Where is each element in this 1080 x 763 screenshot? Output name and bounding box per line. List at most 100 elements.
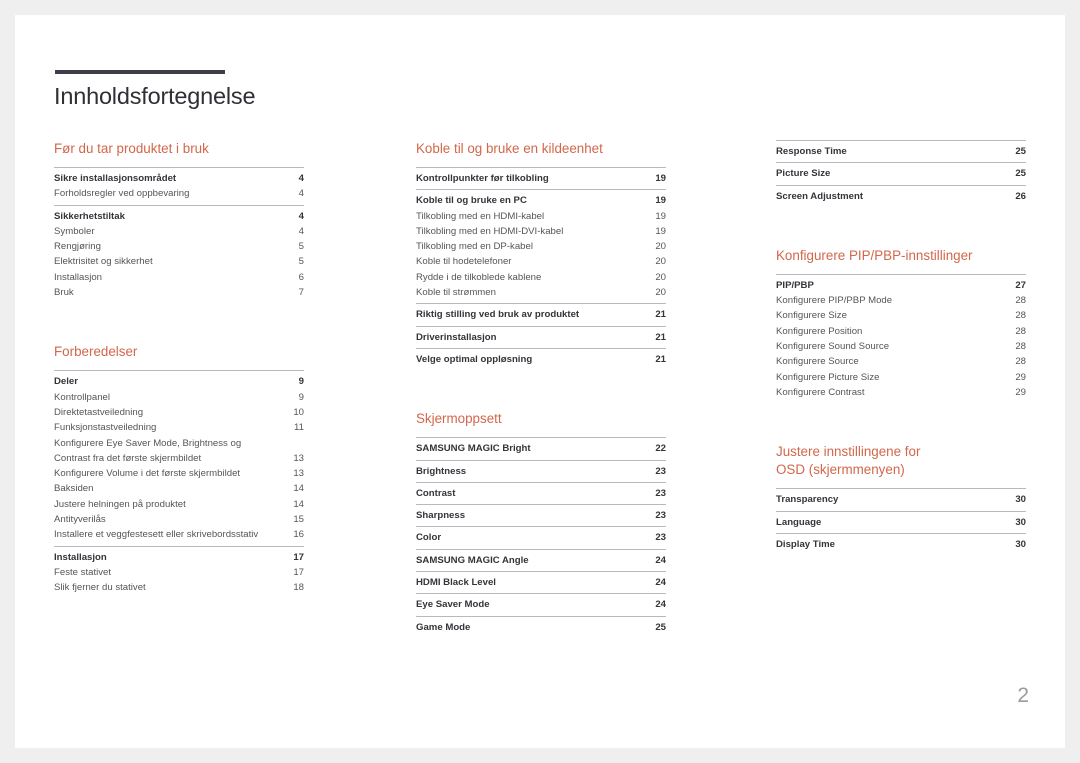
toc-entry[interactable]: Installere et veggfestesett eller skrive… — [54, 527, 304, 542]
toc-entry[interactable]: Elektrisitet og sikkerhet 5 — [54, 254, 304, 269]
toc-entry-label: Picture Size — [776, 168, 831, 180]
toc-entry-label: Tilkobling med en HDMI-kabel — [416, 210, 545, 222]
toc-entry-label: Elektrisitet og sikkerhet — [54, 256, 153, 268]
toc-group: Brightness 23 — [416, 459, 666, 482]
toc-entry[interactable]: Bruk 7 — [54, 285, 304, 300]
toc-entry[interactable]: Konfigurere Source 28 — [776, 354, 1026, 369]
toc-entry[interactable]: Eye Saver Mode 24 — [416, 597, 666, 612]
toc-entry[interactable]: Konfigurere Eye Saver Mode, Brightness o… — [54, 436, 304, 467]
toc-group: Picture Size 25 — [776, 162, 1026, 184]
toc-entry[interactable]: Justere helningen på produktet 14 — [54, 497, 304, 512]
toc-entry-label-cont: Contrast fra det første skjermbildet — [54, 452, 202, 464]
toc-entry[interactable]: Tilkobling med en HDMI-kabel 19 — [416, 209, 666, 224]
toc-entry[interactable]: Koble til strømmen 20 — [416, 285, 666, 300]
toc-entry-page: 13 — [293, 452, 304, 464]
toc-entry[interactable]: Konfigurere Position 28 — [776, 324, 1026, 339]
toc-entry[interactable]: PIP/PBP 27 — [776, 278, 1026, 293]
toc-entry[interactable]: Direktetastveiledning 10 — [54, 405, 304, 420]
toc-entry-label: Sikre installasjonsområdet — [54, 173, 177, 184]
toc-entry-page: 21 — [655, 353, 666, 365]
toc-entry-label: Language — [776, 516, 822, 528]
toc-entry-label: Konfigurere Sound Source — [776, 341, 890, 353]
toc-entry-page: 20 — [655, 256, 666, 268]
toc-entry[interactable]: Rengjøring 5 — [54, 239, 304, 254]
toc-entry[interactable]: Riktig stilling ved bruk av produktet 21 — [416, 307, 666, 322]
toc-entry-page: 4 — [298, 173, 304, 184]
toc-group: Language 30 — [776, 510, 1026, 533]
toc-entry[interactable]: Rydde i de tilkoblede kablene 20 — [416, 270, 666, 285]
toc-entry[interactable]: Kontrollpanel 9 — [54, 390, 304, 405]
toc-entry[interactable]: Feste stativet 17 — [54, 565, 304, 580]
toc-entry[interactable]: Baksiden 14 — [54, 481, 304, 496]
toc-entry-label: Slik fjerner du stativet — [54, 582, 146, 594]
toc-entry[interactable]: Kontrollpunkter før tilkobling 19 — [416, 171, 666, 186]
toc-entry[interactable]: Installasjon 6 — [54, 270, 304, 285]
toc-entry-page: 9 — [298, 376, 304, 388]
toc-column-2: Koble til og bruke en kildeenhet Kontroll… — [416, 140, 666, 644]
toc-entry[interactable]: HDMI Black Level 24 — [416, 575, 666, 590]
toc-entry[interactable]: Contrast 23 — [416, 486, 666, 501]
toc-entry-page: 28 — [1015, 325, 1026, 337]
toc-section: Konfigurere PIP/PBP-innstillinger PIP/PBP… — [776, 247, 1026, 403]
toc-entry[interactable]: Language 30 — [776, 515, 1026, 530]
toc-entry[interactable]: SAMSUNG MAGIC Bright 22 — [416, 441, 666, 456]
toc-entry-label: Game Mode — [416, 621, 471, 633]
toc-entry-label: Installasjon — [54, 551, 107, 563]
toc-entry[interactable]: Konfigurere Sound Source 28 — [776, 339, 1026, 354]
toc-section: Forberedelser Deler 9 Kontrollpanel 9 Direkte… — [54, 343, 304, 598]
toc-entry[interactable]: Brightness 23 — [416, 464, 666, 479]
toc-entry[interactable]: Konfigurere Size 28 — [776, 308, 1026, 323]
toc-entry-page: 19 — [655, 173, 666, 184]
toc-group: Sharpness 23 — [416, 504, 666, 526]
toc-section: Før du tar produktet i bruk Sikre install… — [54, 140, 304, 303]
toc-entry-label: Kontrollpunkter før tilkobling — [416, 173, 549, 184]
toc-entry[interactable]: Transparency 30 — [776, 492, 1026, 507]
toc-entry[interactable]: Sharpness 23 — [416, 508, 666, 523]
toc-entry[interactable]: Koble til hodetelefoner 20 — [416, 254, 666, 269]
toc-entry[interactable]: Konfigurere Contrast 29 — [776, 385, 1026, 400]
toc-entry[interactable]: Picture Size 25 — [776, 166, 1026, 181]
toc-entry-line-2: Contrast fra det første skjermbildet 13 — [54, 451, 304, 466]
toc-entry[interactable]: Funksjonstastveiledning 11 — [54, 420, 304, 435]
toc-entry[interactable]: Antityverilås 15 — [54, 512, 304, 527]
toc-group: Display Time 30 — [776, 532, 1026, 555]
toc-entry[interactable]: Deler 9 — [54, 374, 304, 389]
toc-entry[interactable]: SAMSUNG MAGIC Angle 24 — [416, 553, 666, 568]
toc-entry-label: Baksiden — [54, 483, 94, 495]
toc-entry[interactable]: Konfigurere PIP/PBP Mode 28 — [776, 293, 1026, 308]
toc-entry-label: Konfigurere Picture Size — [776, 371, 880, 383]
toc-section: Skjermoppsett SAMSUNG MAGIC Bright 22 Brigh… — [416, 410, 666, 638]
toc-entry[interactable]: Sikre installasjonsområdet 4 — [54, 171, 304, 186]
toc-entry[interactable]: Response Time 25 — [776, 144, 1026, 159]
toc-entry-label: Kontrollpanel — [54, 391, 111, 403]
toc-entry[interactable]: Tilkobling med en DP-kabel 20 — [416, 239, 666, 254]
page-number: 2 — [1017, 684, 1029, 707]
toc-entry[interactable]: Installasjon 17 — [54, 550, 304, 565]
toc-group: Color 23 — [416, 526, 666, 548]
toc-entry[interactable]: Sikkerhetstiltak 4 — [54, 209, 304, 224]
toc-entry-page: 24 — [655, 554, 666, 566]
toc-entry-label: Justere helningen på produktet — [54, 498, 186, 510]
toc-entry[interactable]: Driverinstallasjon 21 — [416, 330, 666, 345]
toc-group: Game Mode 25 — [416, 615, 666, 638]
toc-entry[interactable]: Game Mode 25 — [416, 620, 666, 635]
toc-entry-page: 19 — [655, 195, 666, 207]
toc-group: SAMSUNG MAGIC Angle 24 — [416, 548, 666, 571]
toc-entry-label: Transparency — [776, 494, 839, 506]
toc-entry[interactable]: Tilkobling med en HDMI-DVI-kabel 19 — [416, 224, 666, 239]
toc-entry[interactable]: Screen Adjustment 26 — [776, 189, 1026, 204]
toc-entry[interactable]: Konfigurere Picture Size 29 — [776, 370, 1026, 385]
toc-entry[interactable]: Koble til og bruke en PC 19 — [416, 193, 666, 208]
toc-entry[interactable]: Forholdsregler ved oppbevaring 4 — [54, 186, 304, 201]
toc-entry[interactable]: Color 23 — [416, 530, 666, 545]
toc-entry[interactable]: Symboler 4 — [54, 224, 304, 239]
toc-entry-page: 4 — [298, 225, 304, 237]
toc-section: Justere innstillingene for OSD (skjermme… — [776, 443, 1026, 555]
toc-entry-label: SAMSUNG MAGIC Bright — [416, 443, 531, 455]
toc-entry-page: 23 — [655, 510, 666, 522]
toc-entry[interactable]: Display Time 30 — [776, 537, 1026, 552]
toc-entry[interactable]: Konfigurere Volume i det første skjermbi… — [54, 466, 304, 481]
toc-group: Sikre installasjonsområdet 4 Forholdsregle… — [54, 167, 304, 205]
toc-entry[interactable]: Velge optimal oppløsning 21 — [416, 352, 666, 367]
toc-entry[interactable]: Slik fjerner du stativet 18 — [54, 580, 304, 595]
